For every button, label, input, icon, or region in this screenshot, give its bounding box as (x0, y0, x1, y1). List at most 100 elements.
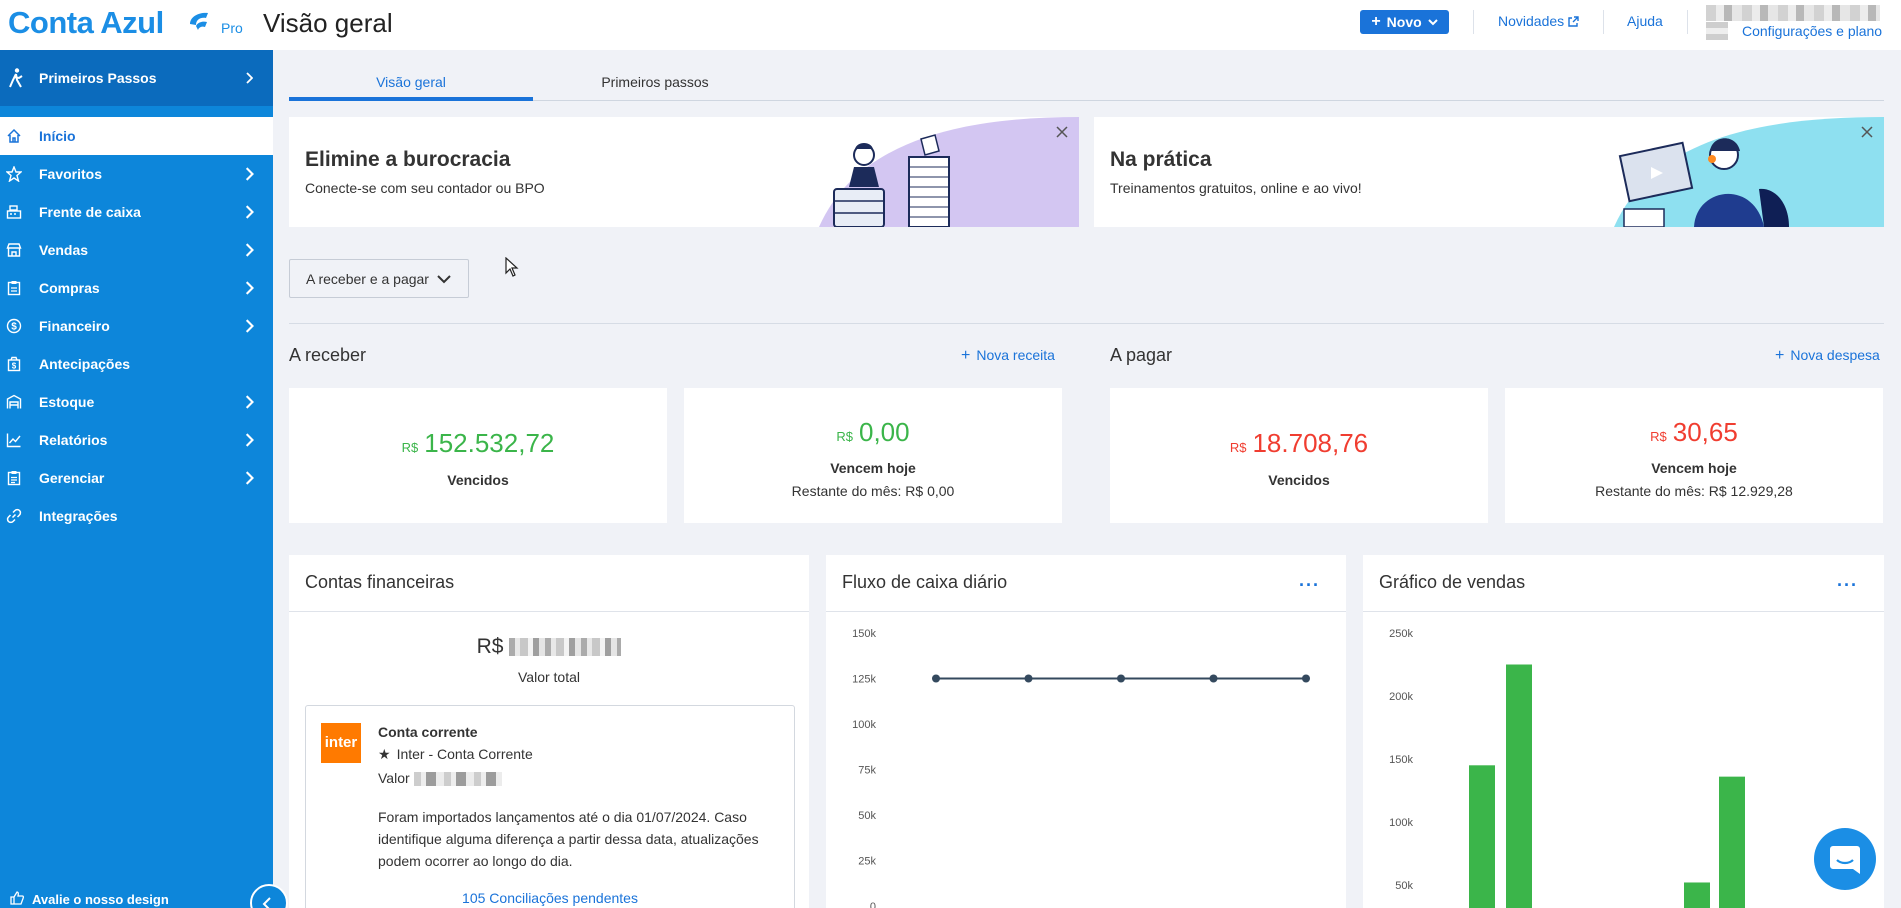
redacted-value (413, 772, 502, 787)
design-feedback-link[interactable]: Avalie o nosso design (0, 888, 273, 908)
sidebar-first-steps[interactable]: Primeiros Passos (0, 50, 273, 106)
account-name: ★ Inter - Conta Corrente (378, 746, 533, 762)
config-plan-link[interactable]: Configurações e plano (1742, 23, 1882, 39)
chat-support-button[interactable] (1814, 828, 1876, 890)
pending-reconciliations-link[interactable]: 105 Conciliações pendentes (306, 890, 794, 906)
chevron-down-icon (1427, 19, 1438, 26)
chart-icon (6, 433, 21, 448)
y-tick-label: 200k (1389, 691, 1413, 703)
sidebar-item-favoritos[interactable]: Favoritos (0, 155, 273, 193)
panel-title: Gráfico de vendas (1379, 572, 1526, 592)
card-label: Vencem hoje (1651, 460, 1737, 476)
collapse-sidebar-button[interactable] (250, 884, 288, 908)
fluxo-caixa-chart: 150k 125k 100k 75k 50k 25k 0 (852, 628, 1310, 908)
amount: R$ 152.532,72 (401, 428, 555, 458)
sidebar-item-integracoes[interactable]: Integrações (0, 497, 273, 535)
receber-hoje-card[interactable]: R$ 0,00 Vencem hoje Restante do mês: R$ 0… (684, 388, 1062, 523)
nova-receita-link[interactable]: + Nova receita (961, 347, 1055, 365)
amount: R$ 30,65 (1650, 417, 1738, 447)
sidebar-item-estoque[interactable]: Estoque (0, 383, 273, 421)
brand-logo[interactable]: Conta Azul (8, 5, 164, 41)
pagar-hoje-card[interactable]: R$ 30,65 Vencem hoje Restante do mês: R$ … (1505, 388, 1883, 523)
chevron-down-icon (437, 275, 451, 284)
total-label: Valor total (518, 669, 580, 685)
grafico-vendas-panel: Gráfico de vendas ··· 250k 200k 150k 100k 50… (1363, 555, 1884, 908)
plus-icon: + (1775, 347, 1785, 364)
import-note: Foram importados lançamentos até o dia 0… (378, 809, 759, 869)
dollar-icon: $ (6, 318, 22, 334)
sidebar-item-gerenciar[interactable]: Gerenciar (0, 459, 273, 497)
y-tick-label: 250k (1389, 628, 1413, 640)
ajuda-link[interactable]: Ajuda (1627, 13, 1663, 29)
panel-title: Fluxo de caixa diário (842, 572, 1008, 592)
banner-subtitle: Treinamentos gratuitos, online e ao vivo… (1110, 180, 1362, 196)
chevron-right-icon (245, 319, 254, 333)
sidebar-item-inicio[interactable]: Início (0, 117, 273, 155)
top-bar: Conta Azul Pro Visão geral + Novo Novida… (0, 0, 1901, 50)
more-options-button[interactable]: ··· (1837, 575, 1858, 596)
y-tick-label: 150k (852, 628, 876, 640)
avatar[interactable] (1706, 22, 1728, 40)
chevron-right-icon (245, 281, 254, 295)
plan-badge: Pro (221, 20, 243, 36)
account-value: Valor (378, 770, 502, 787)
filter-dropdown[interactable]: A receber e a pagar (289, 259, 469, 298)
banner-treinamentos[interactable]: Na prática Treinamentos gratuitos, onlin… (1094, 117, 1884, 227)
close-icon[interactable] (1055, 125, 1069, 139)
sidebar-item-financeiro[interactable]: $ Financeiro (0, 307, 273, 345)
clipboard-icon (7, 281, 21, 296)
sidebar-item-relatorios[interactable]: Relatórios (0, 421, 273, 459)
novidades-link[interactable]: Novidades (1498, 13, 1579, 29)
chevron-right-icon (245, 167, 254, 181)
account-card[interactable]: inter Conta corrente ★ Inter - Conta Corr… (305, 705, 795, 908)
tab-visao-geral[interactable]: Visão geral (289, 66, 533, 101)
y-tick-label: 150k (1389, 754, 1413, 766)
chevron-right-icon (246, 72, 253, 84)
redacted-value (509, 638, 622, 657)
brand-logo-mark-icon (190, 12, 208, 30)
chevron-right-icon (245, 471, 254, 485)
clipboard-list-icon (7, 471, 21, 486)
tab-primeiros-passos[interactable]: Primeiros passos (533, 66, 777, 101)
chevron-left-icon (262, 897, 271, 908)
card-label: Vencidos (447, 472, 509, 488)
walking-person-icon (9, 68, 23, 88)
banner-contador[interactable]: Elimine a burocracia Conecte-se com seu … (289, 117, 1079, 227)
data-point (1302, 674, 1310, 683)
link-icon (6, 508, 22, 524)
sidebar-item-antecipacoes[interactable]: $ Antecipações (0, 345, 273, 383)
chat-bubble-icon (1830, 846, 1860, 874)
pagar-title: A pagar (1110, 345, 1173, 365)
y-tick-label: 50k (1395, 880, 1413, 892)
more-options-button[interactable]: ··· (1299, 575, 1320, 596)
section-divider (289, 323, 1884, 324)
receber-vencidos-card[interactable]: R$ 152.532,72 Vencidos (289, 388, 667, 523)
sidebar: Primeiros Passos Início Favoritos Frente… (0, 50, 273, 908)
mouse-cursor-icon (505, 257, 519, 277)
plus-icon: + (1371, 13, 1381, 30)
novo-button[interactable]: + Novo (1360, 10, 1449, 34)
y-tick-label: 125k (852, 674, 876, 686)
close-icon[interactable] (1860, 125, 1874, 139)
banner-title: Na prática (1110, 148, 1212, 171)
bar (1719, 776, 1745, 908)
receber-title: A receber (289, 345, 367, 365)
bar (1506, 664, 1532, 908)
chevron-right-icon (245, 433, 254, 447)
sidebar-item-vendas[interactable]: Vendas (0, 231, 273, 269)
cash-register-icon (6, 205, 22, 219)
nova-despesa-link[interactable]: + Nova despesa (1775, 347, 1880, 365)
y-tick-label: 75k (858, 765, 876, 777)
star-icon[interactable]: ★ (378, 746, 391, 762)
card-label: Vencidos (1268, 472, 1330, 488)
sidebar-item-compras[interactable]: Compras (0, 269, 273, 307)
chevron-right-icon (245, 243, 254, 257)
amount: R$ 18.708,76 (1229, 428, 1369, 458)
user-name-redacted (1706, 5, 1880, 21)
sidebar-item-frente-de-caixa[interactable]: Frente de caixa (0, 193, 273, 231)
y-tick-label: 100k (1389, 817, 1413, 829)
bar (1469, 765, 1495, 908)
contas-financeiras-panel: Contas financeiras R$ Valor total inter … (289, 555, 809, 908)
pagar-vencidos-card[interactable]: R$ 18.708,76 Vencidos (1110, 388, 1488, 523)
panel-title: Contas financeiras (305, 572, 455, 592)
